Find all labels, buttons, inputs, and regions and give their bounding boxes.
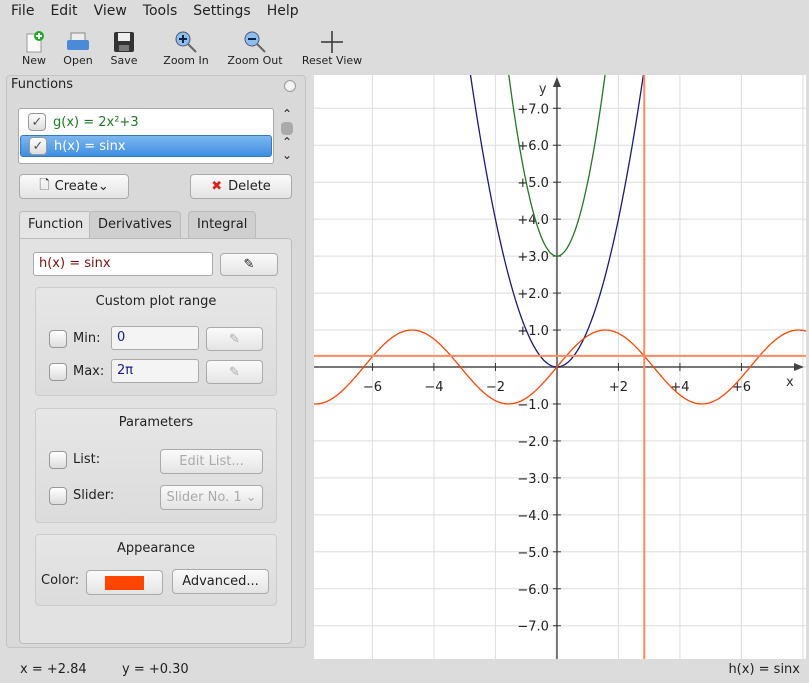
- crosshair-icon: [298, 30, 366, 54]
- color-swatch: [105, 575, 144, 590]
- reset-view-button[interactable]: Reset View: [298, 30, 366, 67]
- function-list-item-selected[interactable]: ✓ h(x) = sinx: [20, 135, 272, 157]
- chevron-down-icon: ⌄: [245, 490, 257, 505]
- pencil-icon: ✎: [229, 331, 240, 347]
- open-button[interactable]: Open: [60, 30, 96, 67]
- max-input[interactable]: 2π: [111, 359, 199, 383]
- zoom-in-button[interactable]: Zoom In: [160, 30, 212, 67]
- menu-view[interactable]: View: [88, 0, 133, 24]
- toolbar: New Open Save Zoom In Zoom Out Reset Vie…: [0, 26, 809, 72]
- status-x: x = +2.84: [20, 662, 87, 677]
- x-tick-label: −2: [486, 380, 505, 395]
- function-list: ✓ g(x) = 2x²+3 ✓ h(x) = sinx: [18, 108, 274, 164]
- x-tick-label: −6: [363, 380, 382, 395]
- menu-tools[interactable]: Tools: [137, 0, 184, 24]
- menu-help[interactable]: Help: [261, 0, 305, 24]
- tab-function[interactable]: Function: [19, 211, 93, 241]
- menu-file[interactable]: File: [0, 0, 40, 24]
- y-tick-label: −5.0: [517, 546, 549, 561]
- slider-label: Slider:: [73, 488, 115, 503]
- zoom-out-button[interactable]: Zoom Out: [224, 30, 286, 67]
- delete-x-icon: ✖: [211, 179, 223, 194]
- x-tick-label: +2: [609, 380, 628, 395]
- min-label: Min:: [73, 331, 101, 346]
- color-button[interactable]: [86, 570, 163, 595]
- pencil-icon: ✎: [243, 257, 255, 272]
- y-tick-label: +4.0: [517, 213, 549, 228]
- new-document-icon: 🗋: [39, 177, 50, 193]
- zoom-in-icon: [160, 30, 212, 54]
- min-checkbox[interactable]: [49, 330, 67, 348]
- checkbox-checked[interactable]: ✓: [29, 137, 47, 155]
- slider-select[interactable]: Slider No. 1 ⌄: [160, 485, 263, 510]
- x-tick-label: +6: [732, 380, 751, 395]
- scroll-handle[interactable]: [281, 122, 293, 135]
- plot-area[interactable]: x y −6 −4 −2 +2 +4 +6 +7.0 +6.0 +5.0 +4.0 +3.0 +2.0 +1…: [310, 24, 807, 659]
- max-checkbox[interactable]: [49, 363, 67, 381]
- list-label: List:: [73, 452, 101, 467]
- y-tick-label: +1.0: [517, 324, 549, 339]
- chevron-down-icon: ⌄: [97, 179, 109, 194]
- tab-derivatives[interactable]: Derivatives: [89, 211, 181, 239]
- checkbox-checked[interactable]: ✓: [28, 113, 46, 131]
- new-button[interactable]: New: [18, 30, 50, 67]
- x-axis-label: x: [786, 375, 794, 390]
- floppy-disk-icon: [106, 30, 142, 54]
- status-y: y = +0.30: [122, 662, 189, 677]
- plot-canvas[interactable]: x y −6 −4 −2 +2 +4 +6 +7.0 +6.0 +5.0 +4.0 +3.0 +2.0 +1…: [310, 24, 807, 659]
- tab-integral[interactable]: Integral: [188, 211, 257, 239]
- y-tick-label: −7.0: [517, 620, 549, 635]
- function-list-item[interactable]: ✓ g(x) = 2x²+3: [20, 111, 272, 133]
- printer-icon: [60, 30, 96, 54]
- functions-panel-title: Functions: [11, 77, 74, 92]
- y-tick-label: −2.0: [517, 435, 549, 450]
- save-button[interactable]: Save: [106, 30, 142, 67]
- zoom-out-icon: [224, 30, 286, 54]
- y-tick-label: −4.0: [517, 509, 549, 524]
- edit-equation-button[interactable]: ✎: [220, 253, 278, 276]
- function-curve: [314, 24, 806, 257]
- scroll-down-icon[interactable]: ⌄: [281, 149, 293, 162]
- advanced-button[interactable]: Advanced...: [172, 569, 269, 594]
- min-input[interactable]: 0: [111, 326, 199, 350]
- edit-max-button[interactable]: ✎: [206, 360, 263, 384]
- list-scrollbar[interactable]: ⌃ ⌃ ⌄: [281, 108, 293, 162]
- y-tick-label: +2.0: [517, 287, 549, 302]
- create-button[interactable]: 🗋 Create ⌄: [19, 174, 129, 199]
- function-curve: [314, 24, 806, 368]
- max-label: Max:: [73, 364, 105, 379]
- y-tick-label: +3.0: [517, 250, 549, 265]
- new-document-icon: [18, 30, 50, 54]
- y-tick-label: +5.0: [517, 176, 549, 191]
- scroll-up-icon[interactable]: ⌃: [281, 108, 293, 121]
- panel-float-button[interactable]: [284, 80, 296, 92]
- y-tick-label: +7.0: [517, 102, 549, 117]
- color-label: Color:: [41, 573, 80, 588]
- y-axis-label: y: [539, 82, 547, 97]
- equation-input[interactable]: h(x) = sinx: [33, 252, 213, 276]
- slider-checkbox[interactable]: [49, 487, 67, 505]
- delete-button[interactable]: ✖ Delete: [190, 174, 292, 199]
- y-tick-label: −3.0: [517, 472, 549, 487]
- menu-bar: File Edit View Tools Settings Help: [0, 0, 309, 24]
- edit-list-button[interactable]: Edit List...: [160, 449, 263, 474]
- edit-min-button[interactable]: ✎: [206, 327, 263, 351]
- menu-edit[interactable]: Edit: [44, 0, 83, 24]
- status-function: h(x) = sinx: [728, 662, 800, 677]
- y-tick-label: −6.0: [517, 583, 549, 598]
- x-tick-label: −4: [424, 380, 443, 395]
- x-tick-label: +4: [670, 380, 689, 395]
- y-axis-arrow: [552, 77, 561, 87]
- y-tick-label: +6.0: [517, 139, 549, 154]
- pencil-icon: ✎: [229, 364, 240, 380]
- list-checkbox[interactable]: [49, 451, 67, 469]
- menu-settings[interactable]: Settings: [187, 0, 256, 24]
